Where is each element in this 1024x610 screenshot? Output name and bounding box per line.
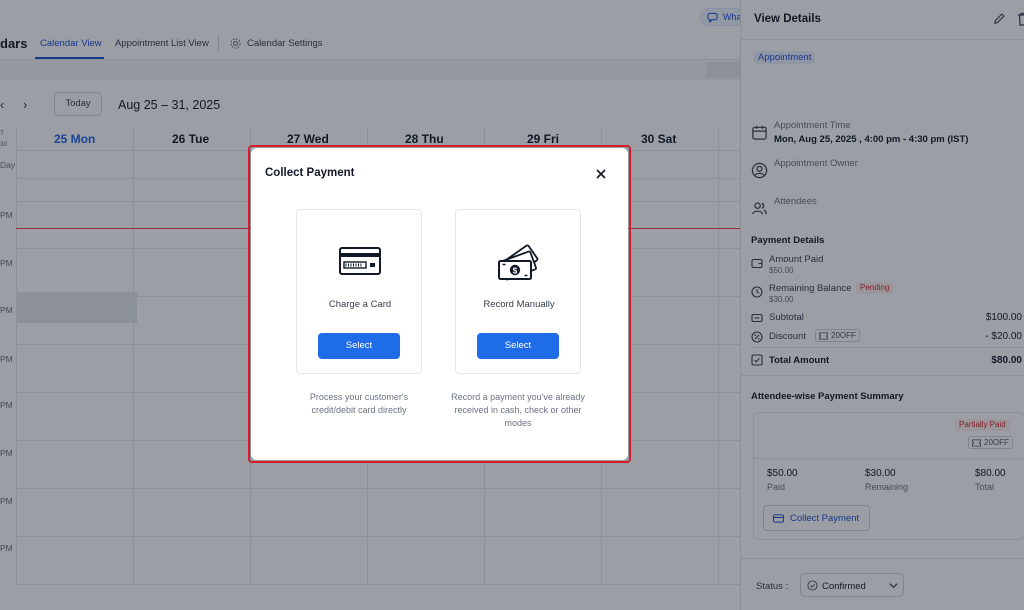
charge-card-option[interactable]: Charge a Card Select [296,209,422,374]
charge-card-title: Charge a Card [328,299,392,310]
cash-icon: $ [498,244,539,281]
svg-text:$: $ [513,267,518,276]
record-manually-description: Record a payment you've already received… [451,392,585,428]
record-manually-option[interactable]: $ Record Manually Select [455,209,581,374]
charge-card-description: Process your customer's credit/debit car… [309,392,409,415]
charge-card-select-button[interactable]: Select [318,333,400,359]
record-manually-title: Record Manually [483,299,555,310]
record-manually-select-button[interactable]: Select [477,333,559,359]
credit-card-icon [339,247,381,275]
close-icon[interactable] [596,169,606,179]
modal-title: Collect Payment [265,167,355,179]
collect-payment-modal: Collect Payment Charge a Card Select $ R… [251,148,628,460]
